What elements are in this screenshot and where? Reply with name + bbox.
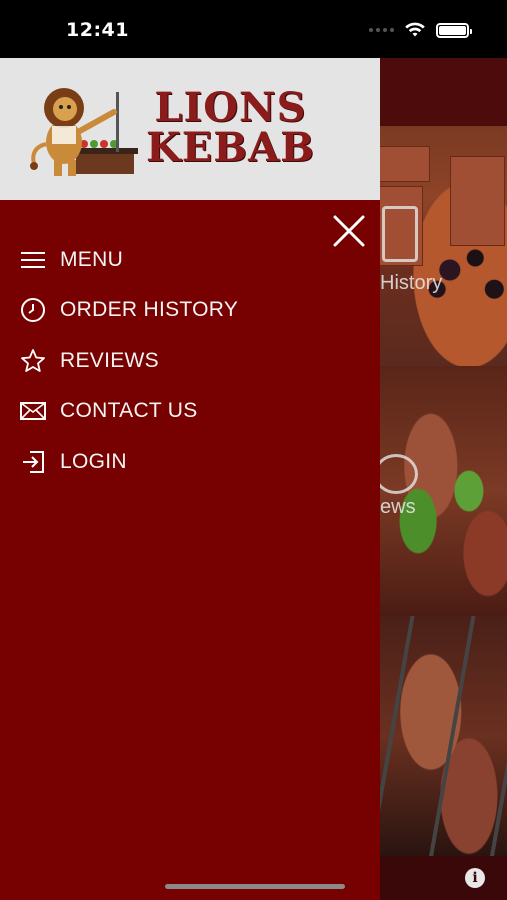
nav-item-login[interactable]: LOGIN — [0, 440, 380, 484]
background-tile-order-history: History — [380, 126, 507, 366]
status-icons — [369, 22, 472, 38]
nav-item-label: ORDER HISTORY — [60, 298, 239, 321]
info-icon[interactable]: i — [465, 868, 485, 888]
nav-item-order-history[interactable]: ORDER HISTORY — [0, 288, 380, 332]
background-tile-reviews: ews — [380, 366, 507, 616]
background-tile-label: ews — [380, 496, 416, 518]
background-footer — [380, 856, 507, 900]
signal-icon — [369, 28, 394, 32]
battery-icon — [436, 22, 472, 38]
hamburger-icon — [20, 247, 46, 273]
nav-item-menu[interactable]: MENU — [0, 238, 380, 282]
star-icon — [20, 348, 46, 374]
status-bar: 12:41 — [0, 0, 507, 58]
nav-item-label: CONTACT US — [60, 399, 198, 422]
background-app: History ews — [380, 58, 507, 900]
envelope-icon — [20, 398, 46, 424]
nav-item-label: MENU — [60, 248, 124, 271]
background-tile-label: History — [380, 272, 443, 294]
background-header — [380, 58, 507, 126]
status-time: 12:41 — [66, 19, 129, 41]
chat-icon — [380, 454, 418, 494]
nav-item-label: LOGIN — [60, 450, 127, 473]
brand-line2: KEBAB — [146, 124, 315, 171]
lion-chef-icon — [30, 88, 138, 176]
home-indicator[interactable] — [165, 884, 345, 889]
brand-wordmark: LIONS KEBAB — [146, 88, 315, 168]
clock-icon — [20, 297, 46, 323]
nav-item-label: REVIEWS — [60, 349, 159, 372]
login-icon — [20, 449, 46, 475]
nav-item-reviews[interactable]: REVIEWS — [0, 339, 380, 383]
brand-header: LIONS KEBAB — [0, 58, 380, 200]
brand-line1: LIONS — [154, 84, 307, 131]
background-tile-grill — [380, 616, 507, 856]
clipboard-icon — [382, 206, 418, 262]
navigation-drawer: LIONS KEBAB MENU ORDER HISTORY REVIEWS C… — [0, 58, 380, 900]
nav-item-contact-us[interactable]: CONTACT US — [0, 389, 380, 433]
wifi-icon — [405, 22, 425, 37]
